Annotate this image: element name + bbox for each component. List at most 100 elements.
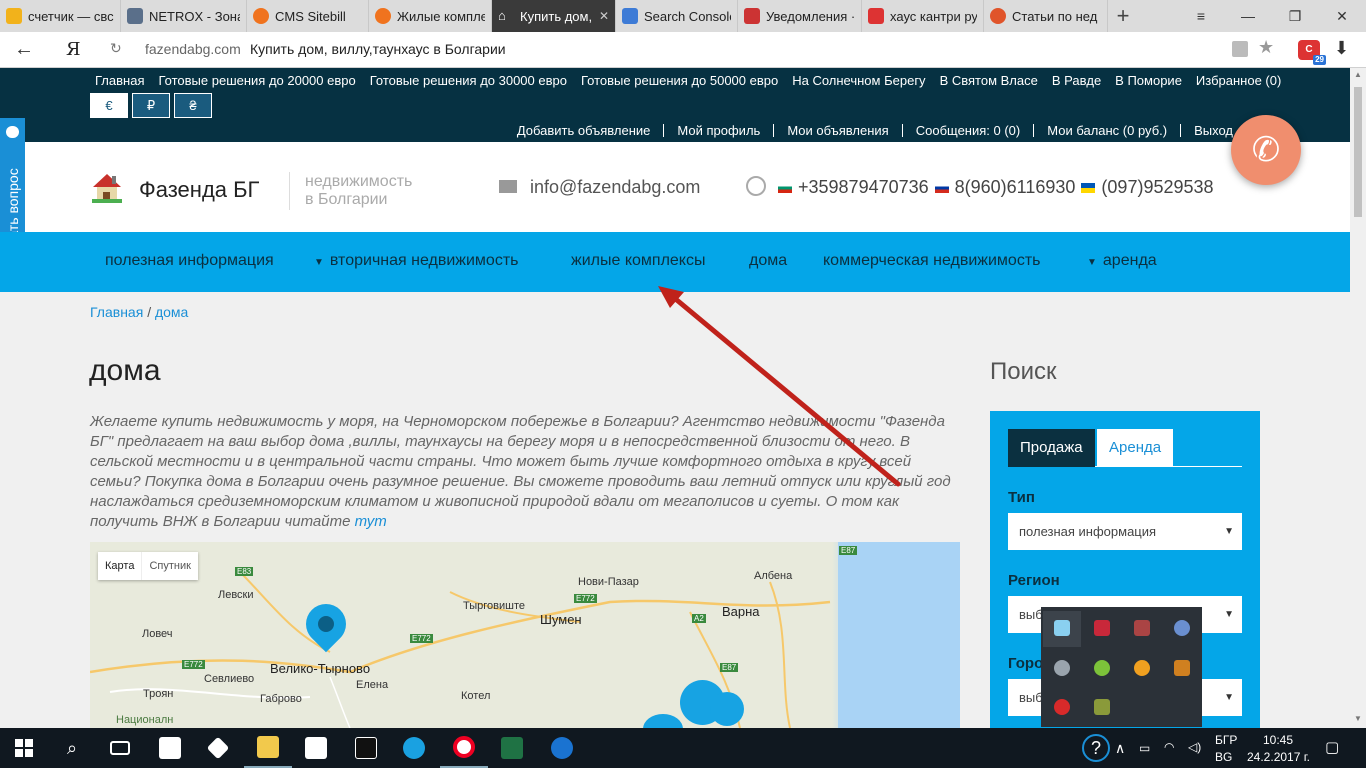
volume-icon[interactable]: ◁) xyxy=(1188,740,1201,754)
browser-tab[interactable]: Уведомления · xyxy=(738,0,862,32)
start-button[interactable] xyxy=(0,728,48,768)
top-nav-link[interactable]: Готовые решения до 20000 евро xyxy=(158,73,355,88)
amazon-taskbar-button[interactable] xyxy=(342,728,390,768)
type-select[interactable]: полезная информация ▼ xyxy=(1008,513,1242,550)
input-language[interactable]: БГР xyxy=(1215,733,1237,747)
tray-tool-icon[interactable] xyxy=(1094,699,1110,715)
edge-taskbar-button[interactable] xyxy=(538,728,586,768)
browser-menu-icon[interactable]: ≡ xyxy=(1178,0,1224,32)
my-listings-link[interactable]: Мои объявления xyxy=(773,124,901,137)
tab-sale[interactable]: Продажа xyxy=(1008,429,1095,467)
scroll-down-arrow-icon[interactable]: ▼ xyxy=(1354,714,1362,723)
restore-button[interactable]: ❐ xyxy=(1272,0,1318,32)
tray-red-icon[interactable] xyxy=(1054,699,1070,715)
reader-mode-icon[interactable] xyxy=(1232,41,1248,57)
tray-speaker-icon[interactable] xyxy=(1134,620,1150,636)
bluetooth-icon[interactable] xyxy=(1174,620,1190,636)
currency-ruble-button[interactable]: ₽ xyxy=(132,93,170,118)
page-scrollbar[interactable]: ▲ ▼ xyxy=(1350,68,1366,728)
back-arrow-icon[interactable]: ← xyxy=(14,38,34,61)
excel-taskbar-button[interactable] xyxy=(488,728,536,768)
favorites-link[interactable]: Избранное (0) xyxy=(1196,73,1281,88)
search-taskbar-button[interactable]: ⌕ xyxy=(48,728,96,768)
nav-secondary-property[interactable]: ▼ вторичная недвижимость xyxy=(314,252,518,270)
browser-tab[interactable]: Статьи по нед xyxy=(984,0,1108,32)
phone-number[interactable]: 8(960)6116930 xyxy=(955,177,1076,198)
yandex-browser-taskbar-button[interactable] xyxy=(440,728,488,768)
tray-leaf-icon[interactable] xyxy=(1094,660,1110,676)
breadcrumb-current-link[interactable]: дома xyxy=(155,304,188,320)
new-tab-button[interactable]: + xyxy=(1108,0,1138,32)
breadcrumb-home-link[interactable]: Главная xyxy=(90,304,143,320)
scroll-up-arrow-icon[interactable]: ▲ xyxy=(1354,70,1362,79)
input-language-code[interactable]: BG xyxy=(1215,750,1232,764)
tray-expand-chevron-icon[interactable]: ∧ xyxy=(1115,740,1125,757)
phone-number[interactable]: +359879470736 xyxy=(798,177,929,198)
scrollbar-thumb[interactable] xyxy=(1354,87,1362,217)
tray-app-icon[interactable] xyxy=(1054,620,1070,636)
currency-euro-button[interactable]: € xyxy=(90,93,128,118)
top-nav-link[interactable]: В Поморие xyxy=(1115,73,1182,88)
tab-rent[interactable]: Аренда xyxy=(1097,429,1174,467)
cloud-icon[interactable] xyxy=(1054,660,1070,676)
tab-close-icon[interactable]: ✕ xyxy=(599,9,609,23)
tray-shield-icon[interactable] xyxy=(1094,620,1110,636)
top-nav-link[interactable]: Готовые решения до 30000 евро xyxy=(370,73,567,88)
balance-link[interactable]: Мои баланс (0 руб.) xyxy=(1033,124,1180,137)
browser-tab[interactable]: хаус кантри ру xyxy=(862,0,984,32)
action-center-icon[interactable]: ▢ xyxy=(1325,738,1339,756)
add-listing-link[interactable]: Добавить объявление xyxy=(504,124,664,137)
map-marker-cluster[interactable] xyxy=(710,692,744,726)
browser-tab[interactable]: Жилые компле xyxy=(369,0,492,32)
nav-useful-info[interactable]: полезная информация xyxy=(105,252,274,270)
my-profile-link[interactable]: Мой профиль xyxy=(663,124,773,137)
battery-icon[interactable]: ▭ xyxy=(1139,741,1150,755)
explorer-taskbar-button[interactable] xyxy=(244,728,292,768)
tray-flower-icon[interactable] xyxy=(1134,660,1150,676)
dropbox-taskbar-button[interactable] xyxy=(194,728,242,768)
url-page-title[interactable]: Купить дом, виллу,таунхаус в Болгарии xyxy=(250,41,506,57)
clock-time[interactable]: 10:45 xyxy=(1263,733,1293,747)
browser-tab[interactable]: Search Console xyxy=(616,0,738,32)
close-window-button[interactable]: ✕ xyxy=(1319,0,1365,32)
map-type-satellite-button[interactable]: Спутник xyxy=(141,552,197,580)
top-nav-link[interactable]: На Солнечном Берегу xyxy=(792,73,925,88)
help-tray-button[interactable]: ? xyxy=(1072,728,1120,768)
url-domain[interactable]: fazendabg.com xyxy=(145,41,241,57)
browser-tab[interactable]: счетчик — свс xyxy=(0,0,121,32)
nav-houses[interactable]: дома xyxy=(749,252,787,270)
browser-tab-active[interactable]: ⌂ Купить дом, ✕ xyxy=(492,0,616,32)
bookmark-star-icon[interactable]: ★ xyxy=(1258,37,1274,58)
messages-link[interactable]: Сообщения: 0 (0) xyxy=(901,124,1034,137)
task-view-button[interactable] xyxy=(96,728,144,768)
contact-email[interactable]: info@fazendabg.com xyxy=(530,177,700,198)
house-logo-icon[interactable] xyxy=(90,170,124,204)
browser-tab[interactable]: CMS Sitebill xyxy=(247,0,369,32)
property-map[interactable]: Карта Спутник Левски Ловеч Велико-Тырнов… xyxy=(90,542,960,728)
nav-residential-complexes[interactable]: жилые комплексы xyxy=(571,252,705,270)
top-nav-link[interactable]: В Равде xyxy=(1052,73,1101,88)
browser-tab[interactable]: NETROX - Зона xyxy=(121,0,247,32)
tray-bars-icon[interactable] xyxy=(1174,660,1190,676)
nav-commercial[interactable]: коммерческая недвижимость xyxy=(823,252,1040,270)
callback-phone-button[interactable]: ✆ xyxy=(1231,115,1301,185)
download-icon[interactable]: ⬇ xyxy=(1334,38,1349,59)
wifi-icon[interactable]: ◠ xyxy=(1164,740,1174,754)
clock-date[interactable]: 24.2.2017 г. xyxy=(1247,750,1310,764)
top-nav-link[interactable]: В Святом Власе xyxy=(940,73,1038,88)
currency-hryvnia-button[interactable]: ₴ xyxy=(174,93,212,118)
skype-taskbar-button[interactable] xyxy=(390,728,438,768)
map-type-map-button[interactable]: Карта xyxy=(98,552,141,580)
phone-number[interactable]: (097)9529538 xyxy=(1101,177,1213,198)
reload-icon[interactable]: ↻ xyxy=(110,40,122,57)
vnzh-link[interactable]: тут xyxy=(355,513,387,530)
top-nav-link[interactable]: Готовые решения до 50000 евро xyxy=(581,73,778,88)
yandex-logo[interactable]: Я xyxy=(66,39,81,60)
amazon-taskbar-button[interactable] xyxy=(292,728,340,768)
brand-name[interactable]: Фазенда БГ xyxy=(139,177,259,203)
extension-icon[interactable]: C 29 xyxy=(1298,40,1326,65)
minimize-button[interactable]: — xyxy=(1225,0,1271,32)
nav-rent[interactable]: ▼ аренда xyxy=(1087,252,1157,270)
store-taskbar-button[interactable] xyxy=(146,728,194,768)
top-nav-link[interactable]: Главная xyxy=(95,73,144,88)
